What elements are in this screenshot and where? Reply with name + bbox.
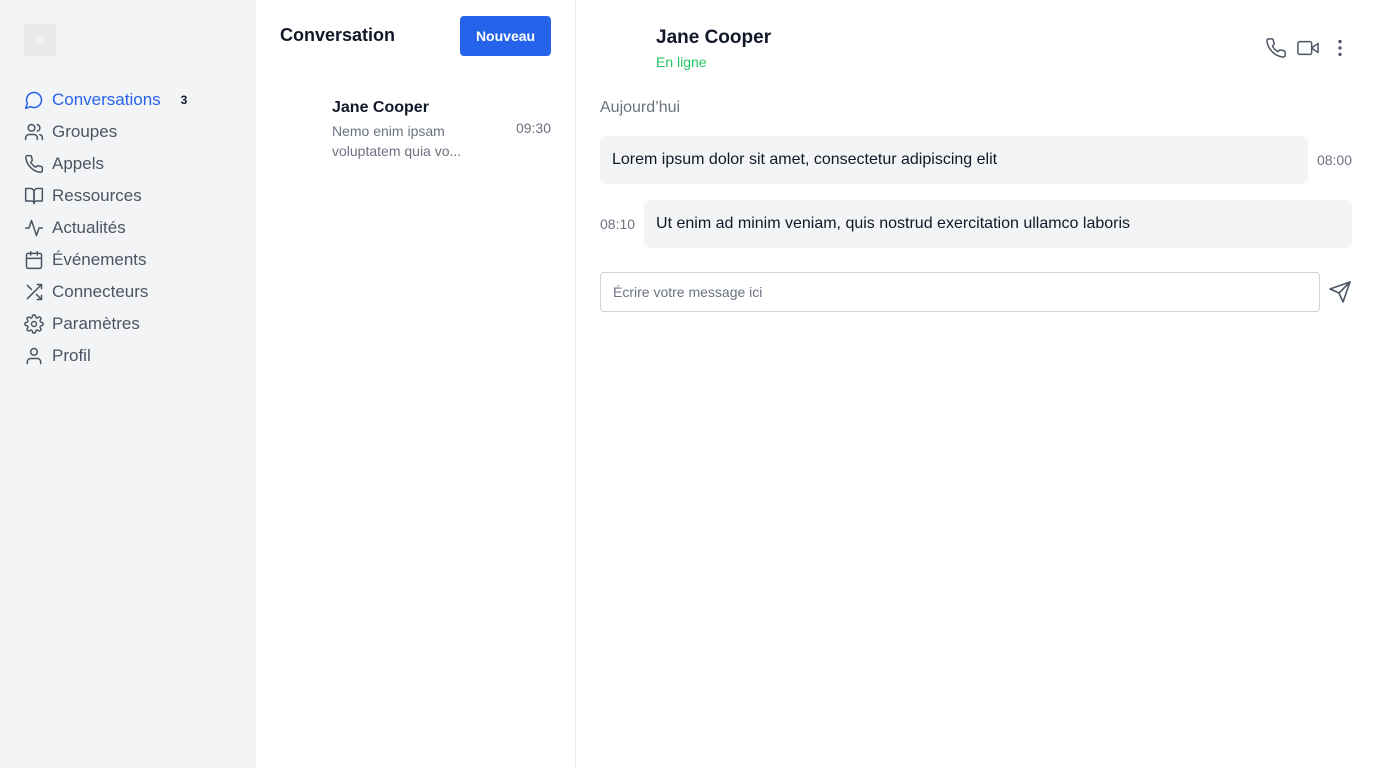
conversation-item[interactable]: Jane Cooper Nemo enim ipsam voluptatem q… — [280, 96, 551, 162]
app-window: Conversations 3 Groupes Appels Ressource… — [0, 0, 1376, 768]
logo — [24, 24, 56, 56]
conversation-time: 09:30 — [515, 120, 551, 136]
day-separator: Aujourd’hui — [600, 99, 681, 116]
sidebar-item-connecteurs[interactable]: Connecteurs — [24, 276, 234, 308]
message-row: Lorem ipsum dolor sit amet, consectetur … — [600, 136, 1352, 184]
sidebar-item-groupes[interactable]: Groupes — [24, 116, 234, 148]
sidebar-item-label: Paramètres — [52, 314, 140, 333]
new-conversation-button[interactable]: Nouveau — [460, 16, 551, 56]
chat-contact-name: Jane Cooper — [656, 27, 772, 48]
sidebar-item-actualites[interactable]: Actualités — [24, 212, 234, 244]
message-bubble: Lorem ipsum dolor sit amet, consectetur … — [600, 136, 1308, 184]
book-open-icon — [24, 186, 44, 206]
sidebar-item-conversations[interactable]: Conversations 3 — [24, 84, 234, 116]
sidebar: Conversations 3 Groupes Appels Ressource… — [0, 0, 256, 768]
shuffle-icon — [24, 282, 44, 302]
sidebar-item-label: Groupes — [52, 122, 118, 141]
sidebar-item-label: Connecteurs — [52, 282, 149, 301]
sidebar-item-appels[interactable]: Appels — [24, 148, 234, 180]
message-time: 08:00 — [1316, 152, 1352, 168]
sidebar-item-label: Appels — [52, 154, 104, 173]
message-time: 08:10 — [600, 216, 636, 232]
sidebar-item-label: Ressources — [52, 186, 142, 205]
unread-count-badge: 3 — [180, 93, 188, 107]
chat-bubble-icon — [24, 90, 44, 110]
sidebar-item-evenements[interactable]: Événements — [24, 244, 234, 276]
sidebar-item-label: Profil — [52, 346, 91, 365]
avatar — [600, 24, 644, 68]
sidebar-item-label: Conversations — [52, 90, 161, 109]
sidebar-item-label: Actualités — [52, 218, 126, 237]
chat-actions — [1256, 36, 1352, 60]
message-input[interactable] — [600, 272, 1320, 312]
sidebar-item-parametres[interactable]: Paramètres — [24, 308, 234, 340]
sidebar-item-ressources[interactable]: Ressources — [24, 180, 234, 212]
sidebar-item-label: Événements — [52, 250, 147, 269]
conversation-list-title: Conversation — [280, 25, 396, 45]
message-composer — [600, 272, 1352, 312]
send-icon[interactable] — [1328, 280, 1352, 304]
message-bubble: Ut enim ad minim veniam, quis nostrud ex… — [644, 200, 1352, 248]
gear-icon — [24, 314, 44, 334]
phone-icon[interactable] — [1264, 36, 1288, 60]
sidebar-nav: Conversations 3 Groupes Appels Ressource… — [24, 84, 234, 372]
conversation-list-panel: Conversation Nouveau Jane Cooper Nemo en… — [256, 0, 576, 768]
sidebar-item-profil[interactable]: Profil — [24, 340, 234, 372]
phone-icon — [24, 154, 44, 174]
activity-icon — [24, 218, 44, 238]
user-icon — [24, 346, 44, 366]
calendar-icon — [24, 250, 44, 270]
online-status: En ligne — [656, 54, 707, 70]
users-icon — [24, 122, 44, 142]
conversation-contact-name: Jane Cooper — [332, 99, 429, 116]
more-vertical-icon[interactable] — [1328, 36, 1352, 60]
video-icon[interactable] — [1296, 36, 1320, 60]
chat-panel: Jane Cooper En ligne Aujourd’hui Lorem i… — [576, 0, 1376, 768]
avatar — [280, 98, 320, 138]
conversation-preview: Nemo enim ipsam voluptatem quia vo... — [332, 123, 462, 159]
message-row: 08:10 Ut enim ad minim veniam, quis nost… — [600, 200, 1352, 248]
